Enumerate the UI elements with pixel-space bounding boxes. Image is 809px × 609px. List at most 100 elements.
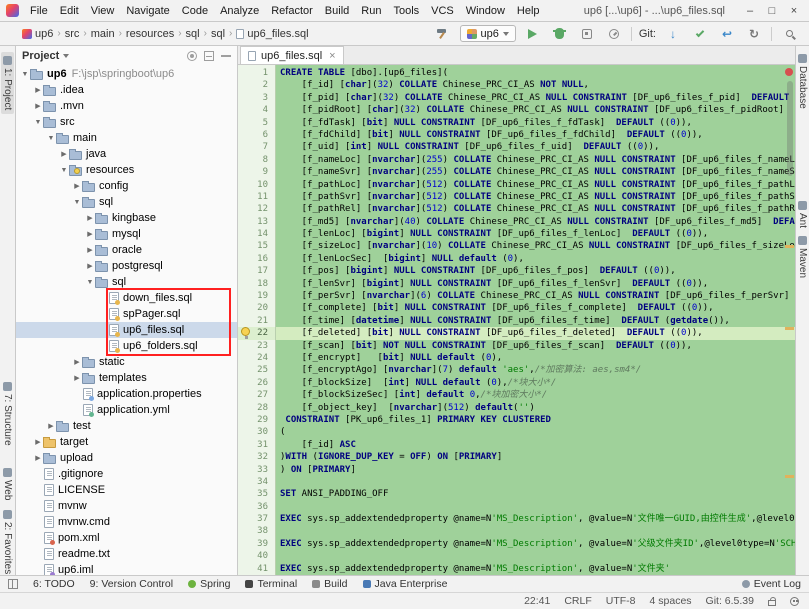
code-line-19[interactable]: [f_perSvr] [nvarchar](6) COLLATE Chinese… <box>280 290 795 302</box>
tree-row-mysql[interactable]: ▶mysql <box>16 226 237 242</box>
chevron-collapsed-icon[interactable]: ▶ <box>33 438 43 446</box>
code-area[interactable]: CREATE TABLE [dbo].[up6_files]( [f_id] [… <box>276 65 795 575</box>
tool-button-web[interactable]: Web <box>2 468 13 500</box>
project-tree[interactable]: ▼up6F:\jsp\springboot\up6▶.idea▶.mvn▼src… <box>16 66 237 575</box>
menu-refactor[interactable]: Refactor <box>265 2 319 20</box>
tool-button-7-structure[interactable]: 7: Structure <box>2 382 13 446</box>
tree-row-src[interactable]: ▼src <box>16 114 237 130</box>
tool-button-1-project[interactable]: 1: Project <box>1 52 14 114</box>
breadcrumb-item-up6[interactable]: up6 <box>22 28 53 40</box>
build-hammer-icon[interactable] <box>433 25 453 43</box>
code-line-26[interactable]: [f_blockSize] [int] NULL default (0),/*块… <box>280 377 795 389</box>
tree-row-sppager-sql[interactable]: spPager.sql <box>16 306 237 322</box>
tree-row-mvnw[interactable]: mvnw <box>16 498 237 514</box>
code-line-8[interactable]: [f_nameLoc] [nvarchar](255) COLLATE Chin… <box>280 154 795 166</box>
run-config-selector[interactable]: up6 <box>460 25 516 42</box>
code-line-15[interactable]: [f_sizeLoc] [nvarchar](10) COLLATE Chine… <box>280 240 795 252</box>
tree-row-config[interactable]: ▶config <box>16 178 237 194</box>
tree-row-up6[interactable]: ▼up6F:\jsp\springboot\up6 <box>16 66 237 82</box>
chevron-collapsed-icon[interactable]: ▶ <box>85 262 95 270</box>
breadcrumb-item-up6-files-sql[interactable]: up6_files.sql <box>236 28 308 40</box>
chevron-collapsed-icon[interactable]: ▶ <box>85 246 95 254</box>
line-ending[interactable]: CRLF <box>564 595 591 607</box>
chevron-collapsed-icon[interactable]: ▶ <box>59 150 69 158</box>
code-line-31[interactable]: [f_id] ASC <box>280 439 795 451</box>
chevron-expanded-icon[interactable]: ▼ <box>33 119 43 126</box>
breadcrumb-item-sql[interactable]: sql <box>211 28 225 40</box>
lock-icon[interactable] <box>768 600 776 606</box>
collapse-all-icon[interactable] <box>204 51 214 61</box>
toolwindow-button-9-version-control[interactable]: 9: Version Control <box>90 578 173 590</box>
coverage-button[interactable] <box>577 25 597 43</box>
chevron-collapsed-icon[interactable]: ▶ <box>85 214 95 222</box>
code-line-36[interactable] <box>280 501 795 513</box>
tree-row-down-files-sql[interactable]: down_files.sql <box>16 290 237 306</box>
git-history-button[interactable]: ↻ <box>744 25 764 43</box>
code-line-6[interactable]: [f_fdChild] [bit] NULL CONSTRAINT [DF_up… <box>280 129 795 141</box>
chevron-collapsed-icon[interactable]: ▶ <box>72 182 82 190</box>
tree-row-license[interactable]: LICENSE <box>16 482 237 498</box>
menu-help[interactable]: Help <box>511 2 546 20</box>
code-line-7[interactable]: [f_uid] [int] NULL CONSTRAINT [DF_up6_fi… <box>280 141 795 153</box>
chevron-collapsed-icon[interactable]: ▶ <box>72 374 82 382</box>
chevron-collapsed-icon[interactable]: ▶ <box>46 422 56 430</box>
code-line-40[interactable] <box>280 550 795 562</box>
editor-tab[interactable]: up6_files.sql × <box>240 46 344 64</box>
code-line-41[interactable]: EXEC sys.sp_addextendedproperty @name=N'… <box>280 563 795 575</box>
tool-button-database[interactable]: Database <box>797 54 808 109</box>
tree-row-resources[interactable]: ▼resources <box>16 162 237 178</box>
code-line-13[interactable]: [f_md5] [nvarchar](40) COLLATE Chinese_P… <box>280 216 795 228</box>
menu-build[interactable]: Build <box>319 2 355 20</box>
code-line-25[interactable]: [f_encryptAgo] [nvarchar](7) default 'ae… <box>280 364 795 376</box>
chevron-expanded-icon[interactable]: ▼ <box>59 167 69 174</box>
editor-gutter[interactable]: 1234567891011121314151617181920212223242… <box>238 65 276 575</box>
tool-button-ant[interactable]: Ant <box>797 201 808 228</box>
toolwindow-button-java-enterprise[interactable]: Java Enterprise <box>363 578 448 590</box>
menu-window[interactable]: Window <box>460 2 511 20</box>
tree-row-java[interactable]: ▶java <box>16 146 237 162</box>
tree-row-sql[interactable]: ▼sql <box>16 194 237 210</box>
tree-row-sql[interactable]: ▼sql <box>16 274 237 290</box>
tab-close-icon[interactable]: × <box>329 50 335 62</box>
toolwindow-button-terminal[interactable]: Terminal <box>245 578 297 590</box>
code-line-29[interactable]: CONSTRAINT [PK_up6_files_1] PRIMARY KEY … <box>280 414 795 426</box>
maximize-button[interactable]: □ <box>761 5 783 17</box>
tree-row-test[interactable]: ▶test <box>16 418 237 434</box>
tree-row-up6-folders-sql[interactable]: up6_folders.sql <box>16 338 237 354</box>
tree-row-target[interactable]: ▶target <box>16 434 237 450</box>
git-branch[interactable]: Git: 6.5.39 <box>706 595 754 607</box>
code-line-38[interactable] <box>280 525 795 537</box>
close-button[interactable]: × <box>783 5 805 17</box>
tree-row-kingbase[interactable]: ▶kingbase <box>16 210 237 226</box>
hector-icon[interactable] <box>790 597 799 606</box>
tree-row-application-properties[interactable]: application.properties <box>16 386 237 402</box>
toolwindow-button-event-log[interactable]: Event Log <box>742 578 801 590</box>
code-line-23[interactable]: [f_scan] [bit] NOT NULL CONSTRAINT [DF_u… <box>280 340 795 352</box>
code-line-2[interactable]: [f_id] [char](32) COLLATE Chinese_PRC_CI… <box>280 79 795 91</box>
tree-row-idea[interactable]: ▶.idea <box>16 82 237 98</box>
breadcrumb-item-src[interactable]: src <box>65 28 80 40</box>
search-everywhere-icon[interactable] <box>779 25 799 43</box>
menu-tools[interactable]: Tools <box>387 2 425 20</box>
tree-row-postgresql[interactable]: ▶postgresql <box>16 258 237 274</box>
chevron-expanded-icon[interactable]: ▼ <box>72 199 82 206</box>
toolwindow-button-build[interactable]: Build <box>312 578 347 590</box>
encoding[interactable]: UTF-8 <box>606 595 636 607</box>
chevron-collapsed-icon[interactable]: ▶ <box>33 454 43 462</box>
code-line-11[interactable]: [f_pathSvr] [nvarchar](512) COLLATE Chin… <box>280 191 795 203</box>
minimize-button[interactable]: – <box>739 5 761 17</box>
git-rollback-button[interactable]: ↩ <box>717 25 737 43</box>
tool-button-2-favorites[interactable]: 2: Favorites <box>2 510 13 574</box>
menu-vcs[interactable]: VCS <box>425 2 460 20</box>
code-line-32[interactable]: )WITH (IGNORE_DUP_KEY = OFF) ON [PRIMARY… <box>280 451 795 463</box>
chevron-collapsed-icon[interactable]: ▶ <box>33 86 43 94</box>
menu-view[interactable]: View <box>85 2 121 20</box>
profiler-button[interactable] <box>604 25 624 43</box>
code-line-21[interactable]: [f_time] [datetime] NULL CONSTRAINT [DF_… <box>280 315 795 327</box>
indent[interactable]: 4 spaces <box>650 595 692 607</box>
code-line-27[interactable]: [f_blockSizeSec] [int] default 0,/*块加密大小… <box>280 389 795 401</box>
run-button[interactable] <box>523 25 543 43</box>
tree-row-mvn[interactable]: ▶.mvn <box>16 98 237 114</box>
tool-button-maven[interactable]: Maven <box>797 236 808 278</box>
code-line-4[interactable]: [f_pidRoot] [char](32) COLLATE Chinese_P… <box>280 104 795 116</box>
